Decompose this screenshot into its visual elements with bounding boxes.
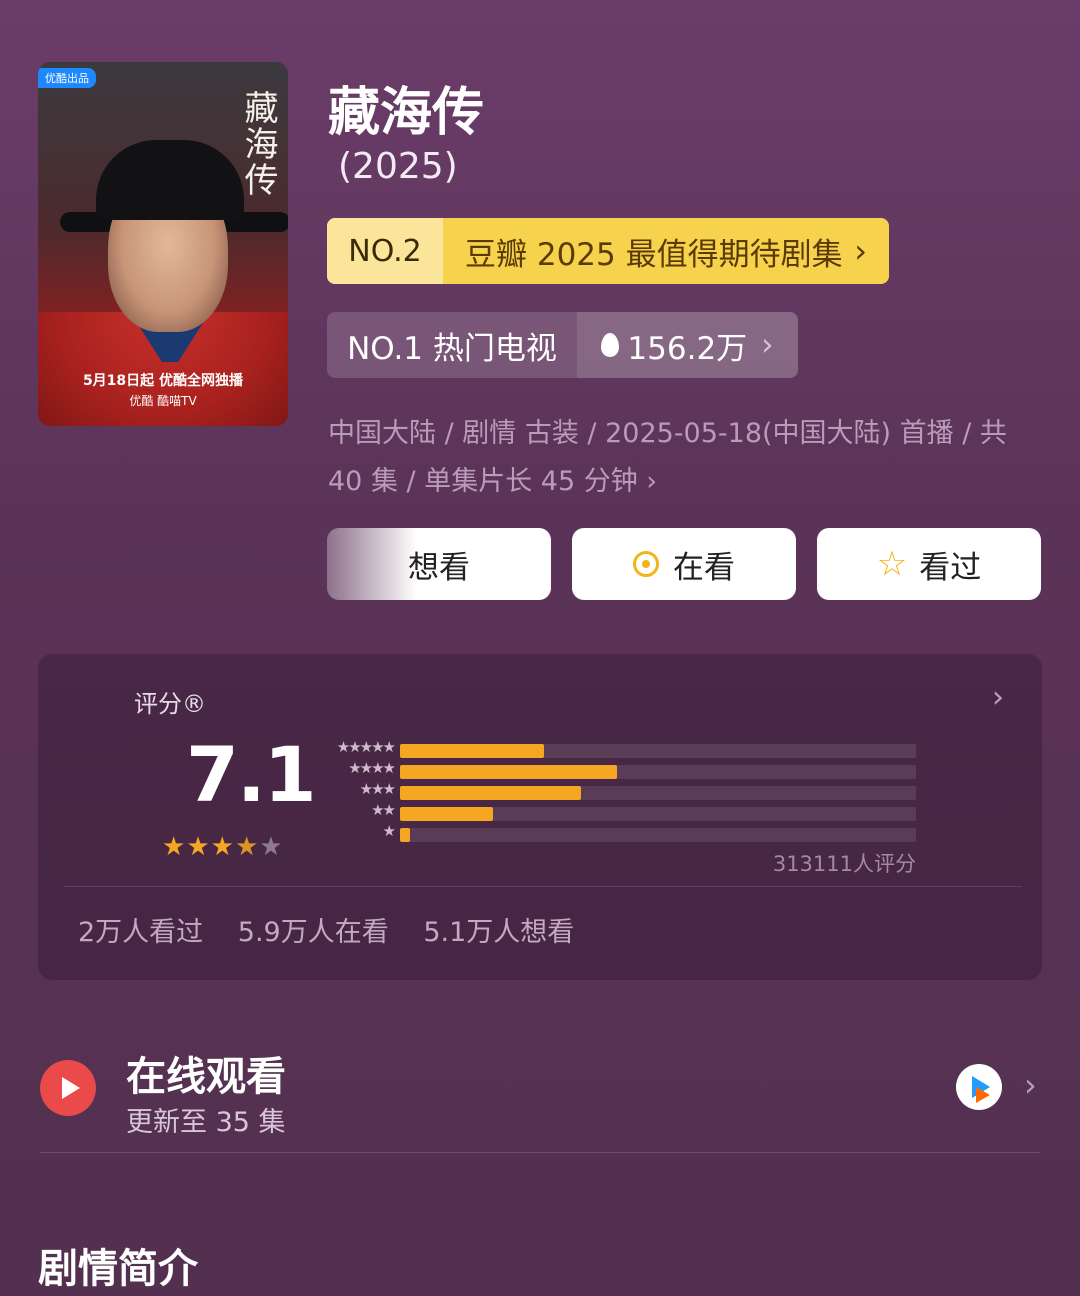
rank-number: NO.2 [327,218,443,284]
show-meta-info[interactable]: 中国大陆 / 剧情 古装 / 2025-05-18(中国大陆) 首播 / 共 4… [328,410,1028,506]
hot-rank-label: NO.1 热门电视 [347,330,557,367]
star-icon: ★ [186,832,211,862]
poster-title: 藏海传 [238,90,278,198]
online-watch-subtitle: 更新至 35 集 [126,1107,286,1138]
rating-bar-fill [400,786,581,800]
rating-bar-label: ★★★★★ [336,738,396,756]
rank-description: 豆瓣 2025 最值得期待剧集 [465,236,843,273]
chevron-right-icon[interactable]: › [1024,1066,1037,1104]
watching-label: 在看 [673,549,735,586]
divider [40,1152,1040,1153]
poster-platforms: 优酷 酷喵TV [129,394,197,408]
online-watch-title[interactable]: 在线观看 [126,1044,286,1102]
rating-bar-label: ★ [382,822,396,840]
hot-tv-rank-badge[interactable]: NO.1 热门电视 156.2万 › [327,312,798,378]
rating-bar-row: ★★★★ [320,759,920,781]
rating-bar-row: ★★ [320,801,920,823]
star-icon: ★ [210,832,235,862]
target-icon [633,551,659,577]
watching-button[interactable]: 在看 [572,528,796,600]
rating-bar-row: ★ [320,822,920,844]
rating-card[interactable]: 评分® › 7.1 ★★★★★ ★★★★★ ★★★★ ★★★ ★★ ★ 313111人评… [38,654,1042,980]
want-label: 想看 [408,549,470,586]
star-outline-icon: ☆ [876,544,908,584]
rating-bar-label: ★★★ [359,780,396,798]
chevron-right-icon: › [761,327,774,363]
synopsis-heading: 剧情简介 [38,1246,198,1292]
rating-distribution: ★★★★★ ★★★★ ★★★ ★★ ★ [320,738,920,845]
rating-score: 7.1 [186,730,317,819]
rating-bar-fill [400,807,493,821]
divider [64,886,1022,887]
stat-want: 5.1万人想看 [423,917,575,948]
heat-value: 156.2万 [627,330,748,367]
star-icon: ★ [162,832,187,862]
watched-button[interactable]: ☆ 看过 [817,528,1041,600]
rating-bar-fill [400,765,617,779]
poster-badge: 优酷出品 [38,68,96,88]
flame-icon [601,333,620,357]
rating-bar-track [400,828,916,842]
rating-bar-row: ★★★ [320,780,920,802]
rating-bar-label: ★★★★ [348,759,396,777]
show-title: 藏海传 [328,83,485,143]
rating-bar-fill [400,828,411,842]
rating-bar-fill [400,744,545,758]
want-to-watch-button[interactable]: 想看 [327,528,551,600]
rating-stars: ★★★★★ [162,832,284,862]
rating-count: 313111人评分 [772,852,916,876]
rating-label: 评分® [134,690,206,718]
play-icon[interactable] [40,1060,96,1116]
show-year: (2025) [338,146,458,187]
star-icon: ★ [234,832,260,862]
chevron-right-icon[interactable]: › [992,680,1004,715]
hot-rank-value: 156.2万 › [577,312,798,378]
audience-stats: 2万人看过 5.9万人在看 5.1万人想看 [78,910,600,949]
star-icon: ★ [259,832,284,862]
poster-release-text: 5月18日起 优酷全网独播 [82,373,244,389]
stat-watching: 5.9万人在看 [237,917,389,948]
rating-bar-row: ★★★★★ [320,738,920,760]
rating-bar-label: ★★ [371,801,396,819]
chevron-right-icon: › [854,232,867,270]
stat-watched: 2万人看过 [78,917,204,948]
poster-image[interactable]: 优酷出品 藏海传 5月18日起 优酷全网独播 优酷 酷喵TV [38,62,288,426]
watched-label: 看过 [919,549,982,586]
youku-logo-icon[interactable] [956,1064,1002,1110]
poster-hat [96,140,244,220]
douban-rank-badge[interactable]: NO.2 豆瓣 2025 最值得期待剧集 › [327,218,889,284]
